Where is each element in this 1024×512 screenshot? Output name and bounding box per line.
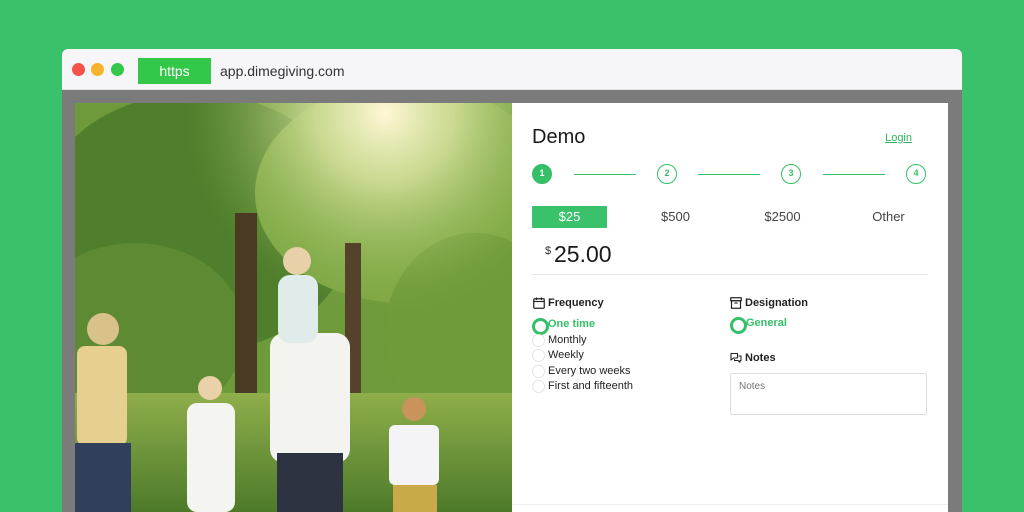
amount-option-other[interactable]: Other <box>851 206 926 228</box>
frequency-option-first-and-fifteenth[interactable]: First and fifteenth <box>532 379 633 393</box>
browser-titlebar: https app.dimegiving.com <box>62 49 962 90</box>
chat-bubbles-icon <box>730 352 742 363</box>
address-bar-url[interactable]: app.dimegiving.com <box>220 58 345 84</box>
archive-box-icon <box>730 297 742 309</box>
step-4-indicator[interactable]: 4 <box>906 164 926 184</box>
photo-illustration <box>75 103 512 512</box>
designation-option-general[interactable]: General <box>730 316 787 334</box>
donation-form-panel: Demo Login 1 2 3 4 $25 $500 $2500 Other … <box>512 103 948 512</box>
frequency-option-one-time[interactable]: One time <box>532 317 595 335</box>
form-title: Demo <box>532 126 586 148</box>
protocol-badge: https <box>138 58 211 84</box>
calendar-icon <box>533 297 545 309</box>
step-2-indicator[interactable]: 2 <box>657 164 677 184</box>
amount-input[interactable]: 25.00 <box>554 241 612 268</box>
frequency-option-weekly[interactable]: Weekly <box>532 348 584 362</box>
amount-option-2500[interactable]: $2500 <box>745 206 820 228</box>
step-connector <box>698 174 760 175</box>
notes-heading: Notes <box>745 352 776 364</box>
frequency-option-every-two-weeks[interactable]: Every two weeks <box>532 364 631 378</box>
divider <box>532 274 928 275</box>
family-walking-in-park-photo <box>75 103 512 512</box>
frequency-option-monthly[interactable]: Monthly <box>532 333 587 347</box>
step-connector <box>574 174 636 175</box>
amount-option-25[interactable]: $25 <box>532 206 607 228</box>
notes-input[interactable] <box>730 373 927 415</box>
designation-heading: Designation <box>745 297 808 309</box>
step-3-indicator[interactable]: 3 <box>781 164 801 184</box>
close-window-button[interactable] <box>72 63 85 76</box>
login-link[interactable]: Login <box>885 132 912 144</box>
step-connector <box>823 174 885 175</box>
currency-symbol: $ <box>545 245 552 257</box>
step-1-indicator[interactable]: 1 <box>532 164 552 184</box>
maximize-window-button[interactable] <box>111 63 124 76</box>
frequency-heading: Frequency <box>548 297 604 309</box>
divider <box>512 504 948 505</box>
browser-window: https app.dimegiving.com Demo Login 1 2 … <box>62 49 962 512</box>
minimize-window-button[interactable] <box>91 63 104 76</box>
amount-option-500[interactable]: $500 <box>638 206 713 228</box>
